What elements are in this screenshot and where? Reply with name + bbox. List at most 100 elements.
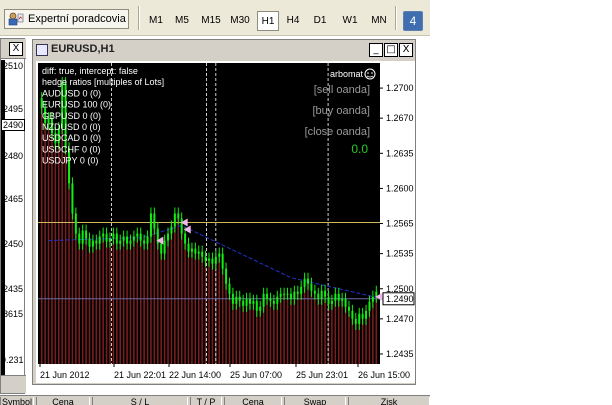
column-header-symbol[interactable]: Symbol [0,397,34,405]
expert-advisors-button[interactable]: Expertní poradcovia [4,9,129,29]
x-tick-label: 25 Jun 07:00 [230,370,282,380]
candle-body [143,240,146,244]
x-tick-label: 21 Jun 2012 [40,370,90,380]
timeframe-button-mn[interactable]: MN [366,11,392,31]
candle-body [160,243,163,254]
window-close-icon[interactable]: X [399,43,413,57]
price-chart[interactable]: 1.2700 1.2670 1.2635 1.2600 1.2565 1.2535 1.25… [36,61,415,383]
smiley-eye [367,72,369,74]
candle-body [283,293,286,295]
ea-name-label: arbomat [330,69,364,79]
window-count-badge[interactable]: 4 [403,11,423,31]
column-header-swap[interactable]: Swap [284,397,346,405]
timeframe-button-m5[interactable]: M5 [171,11,193,31]
candle-body [266,293,269,299]
candle-body [365,310,368,319]
smiley-eye [371,72,373,74]
candle-body [78,233,81,244]
candle-body [344,298,347,307]
y-tick-label: 1.2700 [386,83,414,93]
candle-body [149,213,152,237]
candle-body [225,268,228,284]
timeframe-button-m15[interactable]: M15 [198,11,224,31]
candle-body [201,251,204,257]
left-price-label: 2495 [3,104,24,114]
left-price-label: 2510 [3,61,24,71]
window-minimize-icon[interactable]: _ [369,43,383,57]
candle-body [105,233,108,242]
candle-body [228,283,231,294]
y-tick-label: 1.2600 [386,183,414,193]
column-header-tp[interactable]: T / P [190,397,222,405]
candle-body [317,293,320,299]
candle-body [214,256,217,264]
toolbar-separator [395,6,397,30]
column-header-sl[interactable]: S / L [92,397,188,405]
candle-body [293,291,296,299]
left-price-label: 2450 [3,239,24,249]
timeframe-button-m30[interactable]: M30 [227,11,253,31]
column-header-profit[interactable]: Zisk [348,397,430,405]
candle-body [187,243,190,252]
candle-body [136,233,139,237]
candle-body [98,236,101,244]
ea-action-button-1[interactable]: [buy oanda] [313,105,371,117]
timeframe-button-h4[interactable]: H4 [282,11,304,31]
info-text-line: NZDUSD 0 (0) [42,122,101,132]
chart-window: EURUSD,H1 _ □ X 1.2700 1.2670 1.2635 1.2600… [32,39,416,385]
candle-body [245,298,248,306]
candle-body [167,233,170,241]
y-tick-label: 1.2635 [386,148,414,158]
candle-body [102,233,105,237]
candle-body [184,233,187,244]
candle-body [81,230,84,244]
candle-body [146,236,149,244]
left-price-label-current: 2490 [1,119,26,131]
chart-window-titlebar[interactable]: EURUSD,H1 _ □ X [33,40,415,60]
window-close-icon[interactable]: X [9,42,23,56]
candle-body [91,240,94,247]
candle-body [279,293,282,297]
info-text-line: USDCAD 0 (0) [42,133,101,143]
info-text-line: GBPUSD 0 (0) [42,111,101,121]
candle-body [371,296,374,302]
y-tick-label: 1.2535 [386,249,414,259]
x-tick-label: 21 Jun 22:01 [114,370,166,380]
info-text-line: diff: true, intercept: false [42,66,138,76]
candle-body [180,218,183,234]
timeframe-button-h1[interactable]: H1 [257,11,279,31]
timeframe-button-d1[interactable]: D1 [309,11,331,31]
candle-body [112,233,115,239]
candle-body [208,258,210,261]
candle-body [119,240,122,244]
candle-body [262,293,265,307]
candle-body [330,300,333,304]
candle-body [129,240,132,244]
candle-body [211,258,214,264]
y-tick-label: 1.2565 [386,219,414,229]
candle-body [286,293,289,295]
timeframe-button-m1[interactable]: M1 [145,11,167,31]
left-price-label: 9.231 [1,355,24,365]
terminal-tabs: Symbol Cena S / L T / P Cena Swap Zisk [0,395,430,405]
chart-area[interactable]: 1.2700 1.2670 1.2635 1.2600 1.2565 1.2535 1.25… [36,61,415,383]
column-header-price[interactable]: Cena [36,397,90,405]
candle-body [197,251,200,254]
ea-action-button-2[interactable]: [close oanda] [305,126,370,138]
y-tick-label: 1.2500 [386,284,414,294]
candle-body [194,248,197,254]
candle-body [170,226,173,234]
candle-body [126,236,129,244]
candle-body [351,310,354,319]
ea-action-button-0[interactable]: [sell oanda] [314,84,370,96]
expert-advisors-label: Expertní poradcovia [28,13,126,25]
candle-body [132,236,135,241]
candle-body [190,248,193,252]
candle-body [88,238,91,247]
candle-body [235,296,238,304]
column-header-price-2[interactable]: Cena [224,397,282,405]
timeframe-button-w1[interactable]: W1 [337,11,363,31]
left-window-titlebar: X [1,39,26,59]
candle-body [242,300,245,306]
window-maximize-icon[interactable]: □ [384,43,398,57]
